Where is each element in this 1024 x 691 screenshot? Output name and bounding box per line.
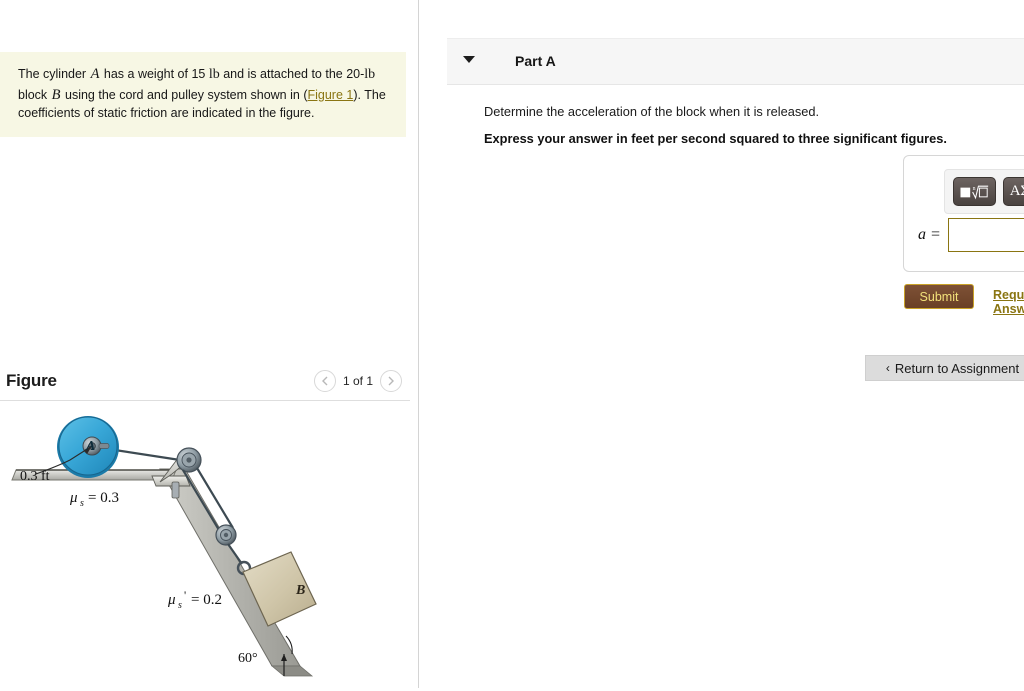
unit-lb-second: lb	[364, 67, 376, 82]
figure-diagram: 0.3 ft A B μ s = 0.3 μ s ' = 0.2 60°	[0, 404, 418, 688]
left-pane: The cylinder A has a weight of 15 lb and…	[0, 0, 418, 688]
answer-instruction: Express your answer in feet per second s…	[484, 131, 947, 146]
problem-page: The cylinder A has a weight of 15 lb and…	[0, 0, 1024, 688]
greek-letters-icon: ΑΣφ	[1009, 183, 1024, 199]
figure-page-label: 1 of 1	[342, 374, 373, 388]
mu-prime-incline: '	[184, 588, 186, 602]
friction-incline-label: μ s ' = 0.2	[167, 588, 222, 611]
variable-a: A	[90, 66, 100, 82]
part-a-title: Part A	[515, 53, 556, 69]
return-to-assignment-button[interactable]: ‹ Return to Assignment	[865, 355, 1024, 381]
block-b-label: B	[295, 583, 305, 598]
question-prompt: Determine the acceleration of the block …	[484, 104, 820, 119]
figure-pager: 1 of 1	[313, 370, 402, 392]
mu-value-incline: = 0.2	[191, 592, 222, 608]
figure-1-link[interactable]: Figure 1	[307, 88, 353, 102]
cylinder-a-label: A	[85, 439, 95, 454]
mu-subscript-ground: s	[80, 498, 84, 509]
problem-statement: The cylinder A has a weight of 15 lb and…	[0, 52, 406, 138]
problem-text-part4: block	[18, 87, 51, 102]
radius-label: 0.3 ft	[20, 469, 50, 484]
variable-b: B	[51, 86, 61, 103]
template-root-button[interactable]: n	[953, 177, 997, 206]
figure-next-button[interactable]	[380, 370, 402, 392]
chevron-left-icon: ‹	[885, 361, 890, 375]
mu-symbol-ground: μ	[69, 490, 78, 506]
return-button-label: Return to Assignment	[894, 360, 1020, 376]
math-toolbar: n ΑΣφ ↓↑ vec	[944, 169, 1024, 214]
chevron-left-icon	[321, 376, 328, 386]
figure-divider	[0, 400, 410, 401]
pulley-mount-plate	[151, 475, 191, 487]
pulley-system-diagram: 0.3 ft A B μ s = 0.3 μ s ' = 0.2 60°	[11, 416, 317, 677]
mu-symbol-incline: μ	[167, 592, 176, 608]
problem-text-part1: The cylinder	[18, 67, 90, 81]
part-a-header[interactable]: Part A	[447, 38, 1024, 85]
problem-text-part2: has a weight of 15	[100, 67, 209, 81]
answer-input[interactable]	[948, 218, 1024, 252]
greek-symbols-button[interactable]: ΑΣφ	[1003, 177, 1024, 206]
angle-label: 60°	[238, 651, 258, 666]
chevron-down-icon[interactable]	[463, 56, 475, 63]
request-answer-link[interactable]: Request Answer	[993, 288, 1024, 316]
pulley-mount-post	[171, 481, 180, 499]
pulley-top-axle	[186, 457, 192, 463]
mu-value-ground: = 0.3	[88, 490, 119, 506]
answer-variable-label: a =	[918, 226, 941, 243]
incline-base	[270, 665, 314, 677]
submit-button-label: Submit	[919, 289, 959, 304]
submit-button[interactable]: Submit	[904, 284, 974, 309]
mu-subscript-incline: s	[178, 600, 182, 611]
cylinder-a-axle-stub	[98, 443, 110, 449]
right-pane: Part A Determine the acceleration of the…	[419, 0, 1024, 688]
pulley-movable-axle	[223, 532, 229, 538]
friction-ground-label: μ s = 0.3	[69, 490, 119, 509]
figure-prev-button[interactable]	[313, 370, 336, 392]
figure-header: Figure 1 of 1	[0, 370, 410, 402]
figure-title: Figure	[6, 371, 57, 390]
answer-entry-panel: n ΑΣφ ↓↑ vec	[903, 155, 1024, 272]
chevron-right-icon	[388, 376, 394, 386]
svg-text:n: n	[973, 186, 976, 192]
problem-text-part5: using the cord and pulley system shown i…	[61, 87, 308, 102]
problem-text-part3: and is attached to the 20-	[219, 67, 365, 81]
square-root-template-icon: n	[960, 185, 989, 199]
unit-lb-first: lb	[208, 67, 220, 82]
problem-text-part6: ).	[353, 87, 361, 102]
